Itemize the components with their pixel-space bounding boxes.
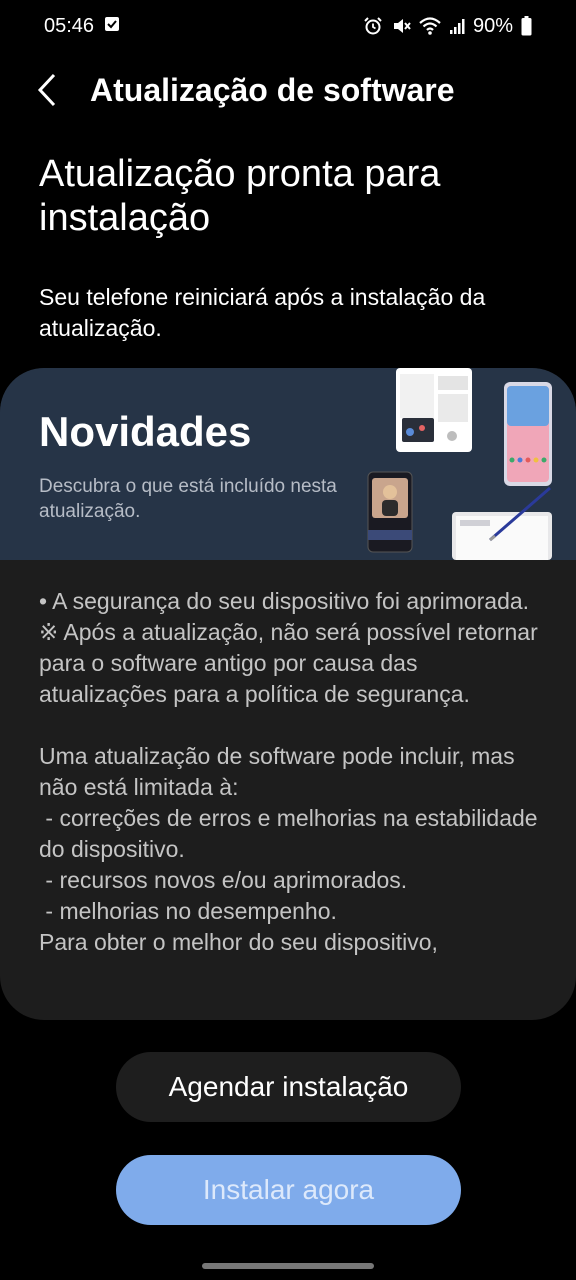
checkbox-notification-icon	[104, 15, 120, 38]
home-indicator[interactable]	[202, 1263, 374, 1269]
install-now-button[interactable]: Instalar agora	[116, 1155, 461, 1225]
release-note-line: - correções de erros e melhorias na esta…	[39, 805, 544, 862]
back-button[interactable]	[18, 60, 78, 120]
wifi-icon	[419, 16, 441, 36]
status-time: 05:46	[44, 14, 95, 37]
app-bar: Atualização de software	[0, 52, 576, 128]
software-update-screen: 05:46 90% Atualização de software Atuali…	[0, 0, 576, 1280]
release-note-spacer	[39, 710, 549, 741]
schedule-install-button[interactable]: Agendar instalação	[116, 1052, 461, 1122]
release-note-line: • A segurança do seu dispositivo foi apr…	[39, 588, 530, 614]
whats-new-banner: Novidades Descubra o que está incluído n…	[0, 368, 576, 560]
release-note-line: ※ Após a atualização, não será possível …	[39, 619, 538, 707]
update-ready-heading: Atualização pronta para instalação	[39, 153, 441, 239]
whats-new-subtitle: Descubra o que está incluído nesta atual…	[39, 476, 337, 522]
battery-percent: 90%	[472, 14, 513, 37]
restart-notice: Seu telefone reiniciará após a instalaçã…	[39, 284, 486, 341]
whats-new-card[interactable]: Novidades Descubra o que está incluído n…	[0, 368, 576, 1020]
alarm-icon	[363, 16, 383, 36]
battery-icon	[521, 16, 532, 36]
page-title: Atualização de software	[90, 71, 455, 108]
whats-new-title: Novidades	[39, 408, 252, 455]
signal-icon	[449, 17, 465, 35]
chevron-left-icon	[37, 73, 56, 107]
release-notes: • A segurança do seu dispositivo foi apr…	[39, 586, 549, 958]
release-note-line: - melhorias no desempenho.	[39, 898, 337, 924]
mute-icon	[391, 16, 411, 36]
release-note-line: - recursos novos e/ou aprimorados.	[39, 867, 408, 893]
devices-illustration	[367, 368, 552, 560]
release-note-line: Uma atualização de software pode incluir…	[39, 743, 515, 800]
release-note-line: Para obter o melhor do seu dispositivo,	[39, 929, 438, 955]
status-bar: 05:46 90%	[0, 0, 576, 52]
